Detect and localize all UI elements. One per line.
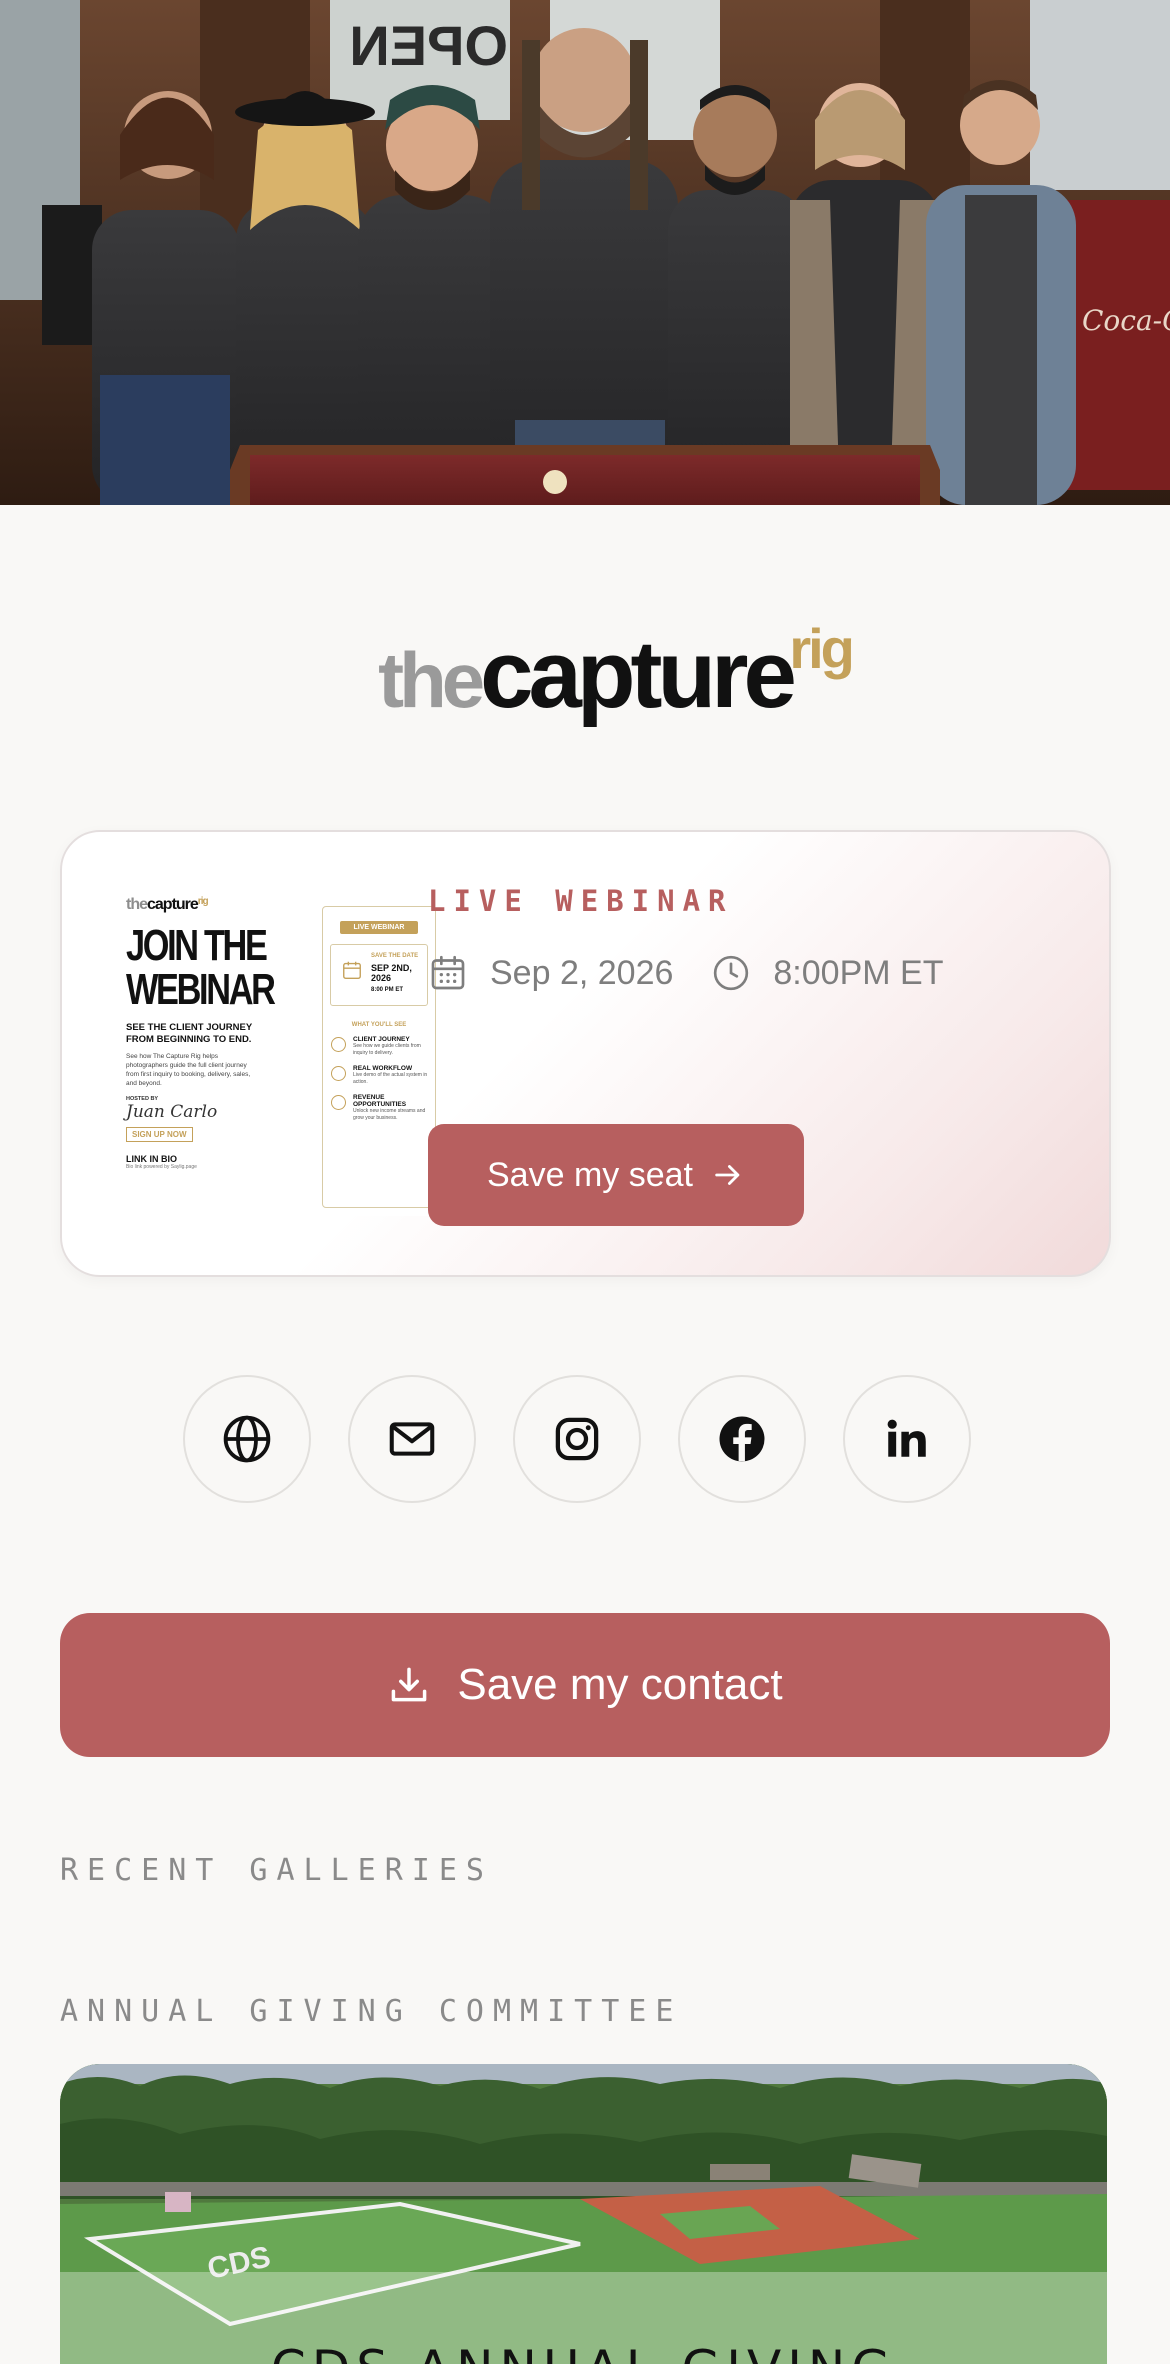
mail-icon	[389, 1422, 435, 1456]
flyer-live-badge: LIVE WEBINAR	[340, 921, 418, 934]
check-icon	[331, 1037, 346, 1052]
gallery-card[interactable]: CDS CDS ANNUAL GIVING	[60, 2064, 1107, 2364]
webinar-time: 8:00PM ET	[773, 953, 944, 992]
instagram-link[interactable]	[513, 1375, 641, 1503]
flyer-date-box: SAVE THE DATE SEP 2ND, 2026 8:00 PM ET	[330, 944, 428, 1006]
logo-capture-text: capture	[480, 621, 797, 728]
gallery-title: CDS ANNUAL GIVING	[60, 2272, 1107, 2364]
globe-icon	[223, 1415, 271, 1463]
email-link[interactable]	[348, 1375, 476, 1503]
save-contact-button[interactable]: Save my contact	[60, 1613, 1110, 1757]
flyer-item: REVENUE OPPORTUNITIES Unlock new income …	[331, 1094, 435, 1122]
webinar-date: Sep 2, 2026	[490, 953, 674, 992]
flyer-headline: JOIN THE WEBINAR	[126, 921, 276, 1014]
website-link[interactable]	[183, 1375, 311, 1503]
clock-icon	[714, 955, 749, 991]
check-icon	[331, 1066, 346, 1081]
team-photo-illustration: OPEN Coca-Cola	[0, 0, 1170, 505]
download-icon	[392, 1667, 427, 1702]
flyer-subhead: SEE THE CLIENT JOURNEY FROM BEGINNING TO…	[126, 1022, 252, 1045]
webinar-flyer-image[interactable]: thecapturerig JOIN THE WEBINAR SEE THE C…	[126, 896, 438, 1216]
check-icon	[331, 1095, 346, 1110]
flyer-left-column: thecapturerig JOIN THE WEBINAR SEE THE C…	[126, 896, 276, 1170]
flyer-calendar-icon	[343, 961, 361, 979]
flyer-powered: Bio link powered by Saylig.page	[126, 1164, 197, 1170]
flyer-link-in-bio: LINK IN BIO	[126, 1154, 177, 1164]
soda-sign: Coca-Cola	[1082, 304, 1170, 337]
facebook-link[interactable]	[678, 1375, 806, 1503]
logo-the-text: the	[378, 636, 485, 724]
instagram-icon	[555, 1417, 599, 1461]
hero-team-photo: OPEN Coca-Cola	[0, 0, 1170, 505]
social-links	[183, 1375, 971, 1503]
brand-logo: thecapture rig	[0, 617, 1170, 740]
flyer-signature: Juan Carlo	[126, 1102, 218, 1122]
calendar-icon	[431, 955, 465, 990]
flyer-right-panel: LIVE WEBINAR SAVE THE DATE SEP 2ND, 2026…	[322, 906, 436, 1208]
linkedin-link[interactable]	[843, 1375, 971, 1503]
flyer-signup: SIGN UP NOW	[126, 1127, 193, 1142]
open-sign: OPEN	[349, 14, 508, 77]
flyer-body: See how The Capture Rig helps photograph…	[126, 1053, 251, 1087]
flyer-brand: thecapturerig	[126, 896, 209, 913]
arrow-right-icon	[715, 1165, 740, 1185]
webinar-meta: Sep 2, 2026 8:00PM ET	[428, 950, 943, 996]
save-seat-label: Save my seat	[487, 1155, 693, 1194]
flyer-what-see: WHAT YOU'LL SEE	[351, 1022, 407, 1028]
save-seat-button[interactable]: Save my seat	[428, 1124, 804, 1226]
webinar-label: LIVE WEBINAR	[428, 884, 734, 918]
linkedin-icon	[887, 1419, 926, 1457]
save-contact-label: Save my contact	[457, 1660, 783, 1709]
gallery-group-label: ANNUAL GIVING COMMITTEE	[60, 1994, 683, 2029]
flyer-item: REAL WORKFLOW Live demo of the actual sy…	[331, 1065, 435, 1086]
webinar-card: thecapturerig JOIN THE WEBINAR SEE THE C…	[60, 830, 1111, 1277]
flyer-item: CLIENT JOURNEY See how we guide clients …	[331, 1036, 435, 1057]
facebook-icon	[719, 1416, 765, 1462]
recent-galleries-heading: RECENT GALLERIES	[60, 1853, 493, 1888]
logo-rig-text: rig	[789, 617, 855, 680]
